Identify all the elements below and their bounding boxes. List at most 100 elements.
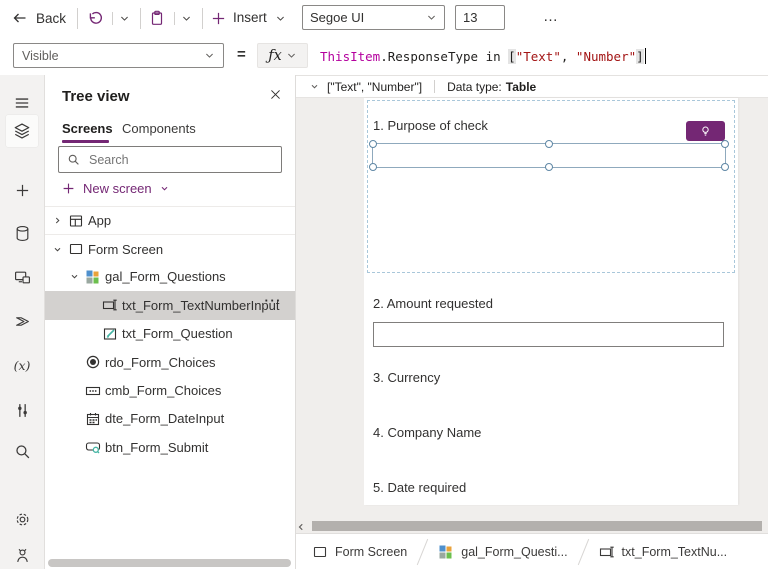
app-screen-canvas[interactable]: 1. Purpose of check 2. Amount requested 3.… [364,98,738,505]
back-button[interactable]: Back [12,0,66,36]
rail-data-button[interactable] [6,217,38,249]
insert-plus-icon[interactable] [211,11,226,26]
tree-item-Form Screen[interactable]: Form Screen [45,234,295,262]
item-more-button[interactable]: ··· [265,293,283,308]
fx-button[interactable]: ƒx [257,43,308,68]
breadcrumb-item-Form Screen[interactable]: Form Screen [312,544,407,560]
rail-variables-button[interactable]: (x) [6,350,38,382]
chevron-down-sm-icon [53,245,62,254]
tab-components[interactable]: Components [122,121,196,136]
tree-item-btn_Form_Submit[interactable]: btn_Form_Submit [45,433,295,461]
result-expand-chevron-down-icon[interactable] [310,82,319,91]
label-icon [102,326,118,342]
formula-token: ] [636,49,644,64]
plus-icon [62,182,75,195]
gallery-icon [438,544,454,560]
canvas-question-label-3[interactable]: 3. Currency [373,370,440,385]
result-divider [434,80,435,93]
canvas-question-label-4[interactable]: 4. Company Name [373,425,481,440]
tree-item-list: App Form Screen gal_Form_Questions txt_F… [45,206,295,462]
new-screen-button[interactable]: New screen [62,181,169,196]
tree-item-rdo_Form_Choices[interactable]: rdo_Form_Choices [45,348,295,376]
search-input[interactable] [87,152,273,168]
font-family-select[interactable]: Segoe UI [302,5,445,30]
canvas-question-label-2[interactable]: 2. Amount requested [373,296,493,311]
rail-power-automate-button[interactable] [6,305,38,337]
new-screen-label: New screen [83,181,152,196]
rail-search-button[interactable] [6,435,38,467]
tree-item-label: btn_Form_Submit [105,440,208,455]
plus-icon [15,183,30,198]
selected-text-input-control[interactable] [372,143,726,168]
rail-virtual-agent-button[interactable] [6,539,38,569]
selection-handle[interactable] [545,163,553,171]
breadcrumb-label: gal_Form_Questi... [461,545,567,559]
selection-handle[interactable] [369,163,377,171]
canvas-horizontal-scrollbar [296,520,768,533]
selection-handle[interactable] [721,140,729,148]
rail-media-button[interactable] [6,261,38,293]
tree-view-icon [13,122,31,140]
chevron-right-sm-icon [53,216,62,225]
back-button-label: Back [36,11,66,26]
tree-expand-toggle[interactable] [50,216,64,225]
tab-screens[interactable]: Screens [62,121,113,136]
selection-handle[interactable] [721,163,729,171]
undo-button[interactable] [87,10,104,27]
powerapps-studio-window: Back Insert Segoe UI 13 … Visible = ƒx [0,0,768,569]
paste-button[interactable] [149,10,165,26]
canvas-question-label-5[interactable]: 5. Date required [373,480,466,495]
tree-expand-toggle[interactable] [50,245,64,254]
tree-horizontal-scrollbar[interactable] [48,559,291,567]
back-arrow-icon [12,10,28,26]
breadcrumb-label: txt_Form_TextNu... [622,545,728,559]
tree-item-dte_Form_DateInput[interactable]: dte_Form_DateInput [45,405,295,433]
tree-item-txt_Form_Question[interactable]: txt_Form_Question [45,320,295,348]
selection-handle[interactable] [545,140,553,148]
tree-expand-toggle[interactable] [67,272,81,281]
text-input-icon [102,297,118,313]
selection-breadcrumb-bar: Form Screen gal_Form_Questi... txt_Form_… [296,533,768,569]
toolbar-divider [112,12,113,25]
rail-settings-button[interactable] [6,503,38,535]
canvas-scrollbar-thumb[interactable] [312,521,762,531]
breadcrumb-item-gal_Form_Questi...[interactable]: gal_Form_Questi... [438,544,567,560]
formula-input[interactable]: ThisItem.ResponseType in ["Text", "Numbe… [320,43,646,69]
paste-menu-chevron-down-icon[interactable] [181,13,192,24]
font-size-value: 13 [463,10,477,25]
media-icon [14,269,31,286]
rail-tree-view-button[interactable] [6,115,38,147]
property-select[interactable]: Visible [13,43,224,68]
close-icon[interactable] [269,88,282,101]
breadcrumb-separator [577,538,588,564]
canvas-question-label-1[interactable]: 1. Purpose of check [373,118,488,133]
formula-token: .ResponseType [380,49,478,64]
radio-icon [85,354,101,370]
top-toolbar: Back Insert Segoe UI 13 … [0,0,768,38]
ideas-button[interactable] [686,121,725,141]
tree-item-App[interactable]: App [45,206,295,234]
gear-icon [14,511,31,528]
selection-handle[interactable] [369,140,377,148]
rail-insert-button[interactable] [6,174,38,206]
rail-advanced-tools-button[interactable] [6,394,38,426]
toolbar-overflow-button[interactable]: … [543,8,559,25]
breadcrumb-item-txt_Form_TextNu...[interactable]: txt_Form_TextNu... [599,544,728,560]
undo-menu-chevron-down-icon[interactable] [119,13,130,24]
tree-item-label: gal_Form_Questions [105,269,226,284]
app-icon [68,213,84,229]
screen-icon [312,544,328,560]
toolbar-divider [174,12,175,25]
insert-chevron-down-icon[interactable] [275,13,286,24]
font-size-input[interactable]: 13 [455,5,505,30]
text-caret [645,48,647,64]
text-input-control[interactable] [373,322,724,347]
tree-item-txt_Form_TextNumberInput[interactable]: txt_Form_TextNumberInput··· [45,291,295,319]
database-icon [14,225,31,242]
insert-button[interactable]: Insert [233,10,267,25]
scroll-left-icon[interactable] [297,523,305,531]
data-type-value: Table [506,80,536,94]
tree-item-cmb_Form_Choices[interactable]: cmb_Form_Choices [45,376,295,404]
tree-item-gal_Form_Questions[interactable]: gal_Form_Questions [45,263,295,291]
robot-icon [14,547,31,564]
